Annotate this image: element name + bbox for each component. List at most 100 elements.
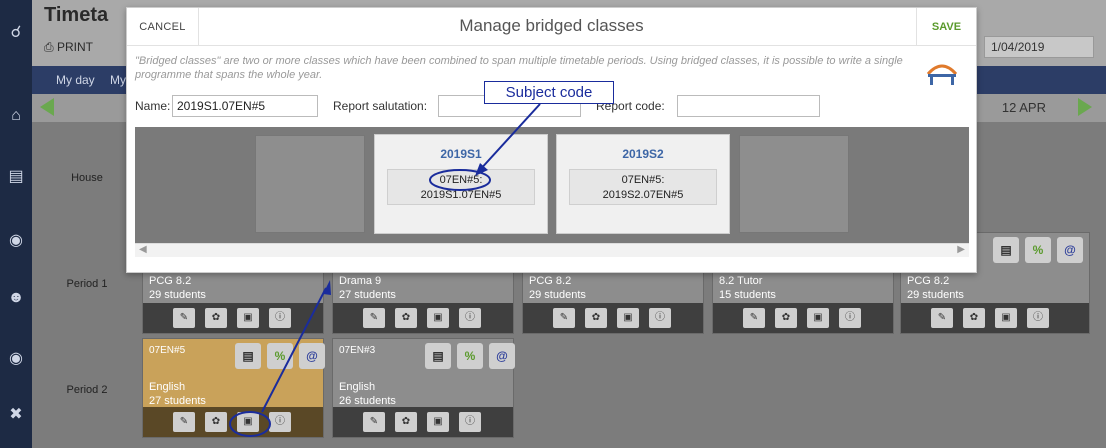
notes-icon[interactable]: ▤ [425, 343, 451, 369]
cell-toolbar: ✎ ✿ ▣ ⓘ [713, 303, 893, 333]
bridged-class-card-2[interactable]: 2019S2 07EN#5: 2019S2.07EN#5 [556, 134, 730, 234]
cell-students: 15 students [719, 289, 776, 301]
bridge-icon[interactable]: ▣ [617, 308, 639, 328]
save-button[interactable]: SAVE [916, 8, 976, 46]
cell-code: 07EN#5 [149, 345, 186, 356]
scroll-right-icon[interactable]: ▶ [957, 244, 965, 255]
at-icon[interactable]: @ [1057, 237, 1083, 263]
horizontal-scrollbar[interactable]: ◀ ▶ [135, 243, 969, 257]
classroom-icon[interactable]: ▤ [4, 164, 28, 188]
card-class-name: 2019S1.07EN#5 [420, 189, 502, 201]
modal-header: Manage bridged classes CANCEL SAVE [127, 8, 976, 46]
color-icon[interactable]: ✿ [775, 308, 797, 328]
cell-subject: PCG 8.2 [529, 275, 572, 287]
info-icon[interactable]: ⓘ [269, 412, 291, 432]
name-label: Name: [135, 99, 171, 113]
modal-description: "Bridged classes" are two or more classe… [135, 55, 903, 81]
bridge-icon[interactable]: ▣ [427, 308, 449, 328]
notes-icon[interactable]: ✎ [173, 412, 195, 432]
notes-icon[interactable]: ✎ [553, 308, 575, 328]
color-icon[interactable]: ✿ [585, 308, 607, 328]
bridge-icon[interactable]: ▣ [427, 412, 449, 432]
cell-toolbar: ✎ ✿ ▣ ⓘ [143, 303, 323, 333]
empty-slot [739, 135, 849, 233]
report-code-input[interactable] [677, 95, 820, 117]
print-button[interactable]: ⎙ PRINT [44, 40, 93, 55]
home-icon[interactable]: ⌂ [4, 104, 28, 128]
card-class-box[interactable]: 07EN#5: 2019S2.07EN#5 [569, 169, 717, 205]
cell-subject: PCG 8.2 [907, 275, 950, 287]
info-icon[interactable]: ⓘ [839, 308, 861, 328]
gear-icon[interactable]: ◉ [4, 346, 28, 370]
report-salutation-label: Report salutation: [333, 99, 428, 113]
search-icon[interactable]: ☌ [4, 20, 28, 44]
bridged-class-card-1[interactable]: 2019S1 07EN#5: 2019S1.07EN#5 [374, 134, 548, 234]
scroll-left-icon[interactable]: ◀ [139, 244, 147, 255]
info-icon[interactable]: ⓘ [459, 412, 481, 432]
percent-icon[interactable]: % [267, 343, 293, 369]
cancel-button[interactable]: CANCEL [127, 8, 199, 46]
globe-icon[interactable]: ◉ [4, 228, 28, 252]
cell-students: 26 students [339, 395, 396, 407]
cell-students: 29 students [149, 289, 206, 301]
color-icon[interactable]: ✿ [395, 412, 417, 432]
period2-cell-english-5[interactable]: 07EN#5 ▤ % @ English 27 students ✎ ✿ ▣ ⓘ [142, 338, 325, 438]
info-icon[interactable]: ⓘ [649, 308, 671, 328]
notes-icon[interactable]: ✎ [363, 308, 385, 328]
color-icon[interactable]: ✿ [205, 412, 227, 432]
row-label-period-2: Period 2 [66, 384, 108, 396]
modal-title: Manage bridged classes [459, 16, 644, 35]
cell-subject: 8.2 Tutor [719, 275, 763, 287]
notes-icon[interactable]: ▤ [235, 343, 261, 369]
card-class-box[interactable]: 07EN#5: 2019S1.07EN#5 [387, 169, 535, 205]
notes-icon[interactable]: ✎ [743, 308, 765, 328]
notes-icon[interactable]: ▤ [993, 237, 1019, 263]
print-label: PRINT [56, 40, 93, 54]
cell-toolbar: ✎ ✿ ▣ ⓘ [143, 407, 323, 437]
cell-students: 27 students [339, 289, 396, 301]
nav-my-day[interactable]: My day [56, 73, 95, 87]
cell-code: 07EN#3 [339, 345, 376, 356]
info-icon[interactable]: ⓘ [459, 308, 481, 328]
cell-toolbar: ✎ ✿ ▣ ⓘ [901, 303, 1089, 333]
cell-subject: PCG 8.2 [149, 275, 192, 287]
cell-toolbar: ✎ ✿ ▣ ⓘ [523, 303, 703, 333]
name-input[interactable] [172, 95, 318, 117]
empty-slot [255, 135, 365, 233]
bridge-icon[interactable]: ▣ [237, 308, 259, 328]
at-icon[interactable]: @ [299, 343, 325, 369]
card-class-name: 2019S2.07EN#5 [602, 189, 684, 201]
cell-students: 29 students [907, 289, 964, 301]
notes-icon[interactable]: ✎ [173, 308, 195, 328]
bridge-icon[interactable]: ▣ [995, 308, 1017, 328]
bridge-icon[interactable]: ▣ [237, 412, 259, 432]
bridged-classes-strip: 2019S1 07EN#5: 2019S1.07EN#5 2019S2 07EN… [135, 127, 969, 243]
person-icon[interactable]: ☻ [4, 286, 28, 310]
tools-icon[interactable]: ✖ [4, 402, 28, 426]
date-range-end: 12 APR [1001, 100, 1046, 115]
info-icon[interactable]: ⓘ [269, 308, 291, 328]
nav-my[interactable]: My [110, 73, 126, 87]
prev-arrow-icon[interactable] [40, 98, 54, 116]
date-field[interactable]: 1/04/2019 [984, 36, 1094, 58]
next-arrow-icon[interactable] [1078, 98, 1092, 116]
notes-icon[interactable]: ✎ [931, 308, 953, 328]
info-icon[interactable]: ⓘ [1027, 308, 1049, 328]
color-icon[interactable]: ✿ [395, 308, 417, 328]
color-icon[interactable]: ✿ [205, 308, 227, 328]
cell-subject: English [149, 381, 186, 393]
notes-icon[interactable]: ✎ [363, 412, 385, 432]
cell-toolbar: ✎ ✿ ▣ ⓘ [333, 407, 513, 437]
card-title: 2019S2 [622, 147, 664, 161]
color-icon[interactable]: ✿ [963, 308, 985, 328]
cell-students: 27 students [149, 395, 206, 407]
cell-subject: Drama 9 [339, 275, 382, 287]
card-subject-code: 07EN#5: [439, 174, 483, 186]
percent-icon[interactable]: % [1025, 237, 1051, 263]
cell-toolbar: ✎ ✿ ▣ ⓘ [333, 303, 513, 333]
app-title: Timeta [44, 4, 109, 26]
period2-cell-english-3[interactable]: 07EN#3 ▤ % @ English 26 students ✎ ✿ ▣ ⓘ [332, 338, 515, 438]
bridge-icon[interactable]: ▣ [807, 308, 829, 328]
percent-icon[interactable]: % [457, 343, 483, 369]
at-icon[interactable]: @ [489, 343, 515, 369]
